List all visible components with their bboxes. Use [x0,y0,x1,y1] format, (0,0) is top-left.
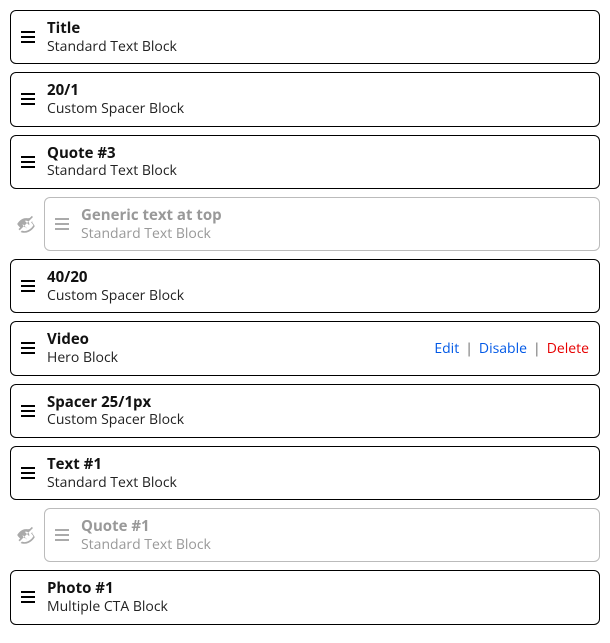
block-row: TitleStandard Text Block [10,10,600,64]
block-card[interactable]: Quote #3Standard Text Block [10,135,600,189]
drag-handle-icon[interactable] [21,405,35,417]
block-row: 20/1Custom Spacer Block [10,72,600,126]
separator: | [533,339,541,358]
block-title: Text #1 [47,455,589,474]
block-card[interactable]: Text #1Standard Text Block [10,446,600,500]
block-list: TitleStandard Text Block20/1Custom Space… [10,10,600,625]
block-card[interactable]: VideoHero BlockEdit | Disable | Delete [10,321,600,375]
block-subtitle: Standard Text Block [47,38,589,56]
block-text: Spacer 25/1pxCustom Spacer Block [47,393,589,429]
block-subtitle: Standard Text Block [47,162,589,180]
drag-handle-icon[interactable] [21,93,35,105]
block-text: TitleStandard Text Block [47,19,589,55]
block-title: Photo #1 [47,579,589,598]
block-subtitle: Hero Block [47,349,434,367]
block-card[interactable]: Spacer 25/1pxCustom Spacer Block [10,384,600,438]
block-subtitle: Custom Spacer Block [47,411,589,429]
block-card[interactable]: Quote #1Standard Text Block [44,508,600,562]
drag-handle-icon[interactable] [21,467,35,479]
block-subtitle: Multiple CTA Block [47,598,589,616]
block-title: Spacer 25/1px [47,393,589,412]
drag-handle-icon[interactable] [21,280,35,292]
block-actions: Edit | Disable | Delete [434,339,589,358]
block-card[interactable]: TitleStandard Text Block [10,10,600,64]
block-card[interactable]: Photo #1Multiple CTA Block [10,570,600,624]
block-subtitle: Standard Text Block [47,474,589,492]
block-title: Video [47,330,434,349]
drag-handle-icon[interactable] [55,529,69,541]
drag-handle-icon[interactable] [55,218,69,230]
block-card[interactable]: 20/1Custom Spacer Block [10,72,600,126]
visibility-indicator [10,214,44,234]
block-row: Photo #1Multiple CTA Block [10,570,600,624]
visibility-indicator [10,525,44,545]
drag-handle-icon[interactable] [21,342,35,354]
drag-handle-icon[interactable] [21,156,35,168]
block-row: VideoHero BlockEdit | Disable | Delete [10,321,600,375]
block-text: 40/20Custom Spacer Block [47,268,589,304]
edit-link[interactable]: Edit [434,339,459,358]
block-row: Text #1Standard Text Block [10,446,600,500]
delete-link[interactable]: Delete [547,339,589,358]
block-subtitle: Standard Text Block [81,536,589,554]
eye-off-icon [16,214,36,234]
block-title: 40/20 [47,268,589,287]
block-text: Photo #1Multiple CTA Block [47,579,589,615]
block-text: Quote #3Standard Text Block [47,144,589,180]
block-text: Generic text at topStandard Text Block [81,206,589,242]
eye-off-icon [16,525,36,545]
block-title: Quote #3 [47,144,589,163]
block-card[interactable]: Generic text at topStandard Text Block [44,197,600,251]
block-text: 20/1Custom Spacer Block [47,81,589,117]
block-row: Generic text at topStandard Text Block [10,197,600,251]
drag-handle-icon[interactable] [21,31,35,43]
block-card[interactable]: 40/20Custom Spacer Block [10,259,600,313]
block-row: Quote #3Standard Text Block [10,135,600,189]
block-row: Spacer 25/1pxCustom Spacer Block [10,384,600,438]
block-title: 20/1 [47,81,589,100]
block-subtitle: Custom Spacer Block [47,287,589,305]
block-subtitle: Standard Text Block [81,225,589,243]
block-row: Quote #1Standard Text Block [10,508,600,562]
drag-handle-icon[interactable] [21,591,35,603]
separator: | [465,339,473,358]
disable-link[interactable]: Disable [479,339,527,358]
block-text: Text #1Standard Text Block [47,455,589,491]
block-title: Generic text at top [81,206,589,225]
block-title: Title [47,19,589,38]
block-subtitle: Custom Spacer Block [47,100,589,118]
block-row: 40/20Custom Spacer Block [10,259,600,313]
block-text: Quote #1Standard Text Block [81,517,589,553]
block-title: Quote #1 [81,517,589,536]
block-text: VideoHero Block [47,330,434,366]
